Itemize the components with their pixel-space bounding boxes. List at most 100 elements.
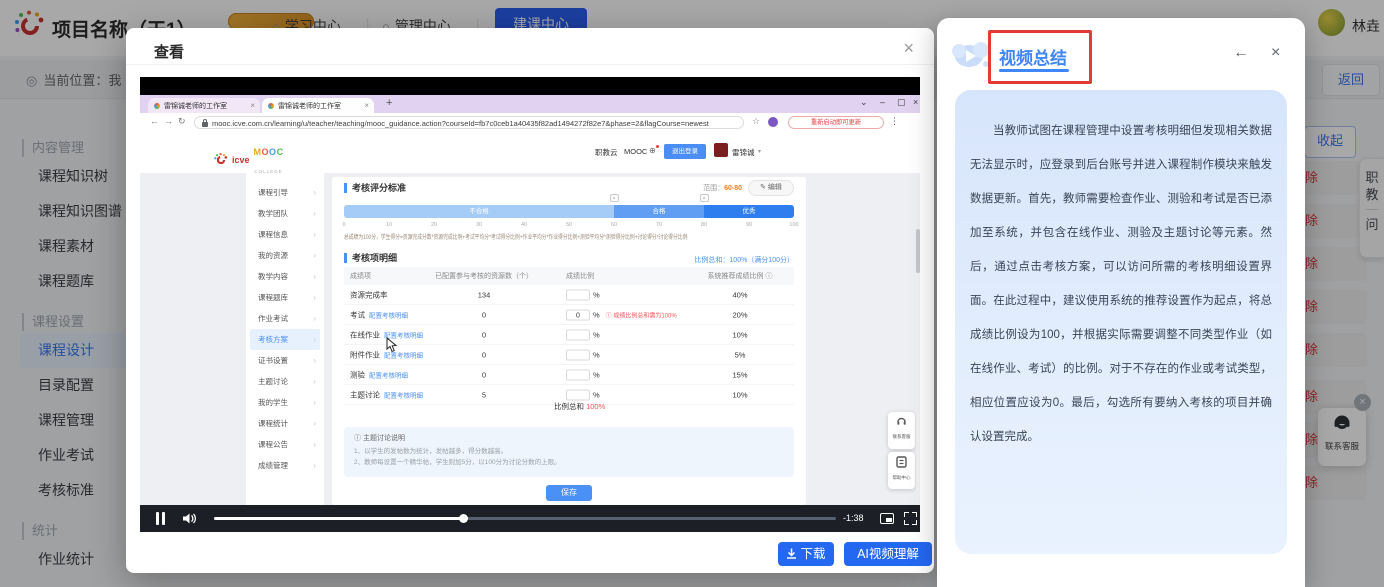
icve-wordmark: icve (232, 155, 250, 165)
config-detail-link[interactable]: 配置考核明细 (384, 352, 423, 359)
icve-mini-logo-icon (214, 153, 228, 167)
progress-track[interactable] (214, 517, 836, 520)
pause-icon[interactable] (156, 512, 159, 525)
video-site-nav-item: 课程统计› (250, 413, 320, 434)
cell-ratio: % (566, 369, 600, 380)
range-display: 范围：60-80 (703, 183, 742, 193)
progress-thumb[interactable] (459, 514, 468, 523)
scale-tick-label: 100 (789, 222, 798, 228)
float-help-label: 帮助中心 (889, 474, 913, 480)
scrollbar-thumb (916, 229, 920, 273)
video-player[interactable]: + ⌄ – ▢ × 雷锦诚老师的工作室×雷锦诚老师的工作室× ← → ↻ (140, 77, 920, 532)
pause-icon[interactable] (162, 512, 165, 525)
padlock-icon (202, 119, 208, 127)
headset-icon (896, 416, 907, 427)
summary-text: 当教师试图在课程管理中设置考核明细但发现相关数据无法显示时，应登录到后台账号并进… (970, 114, 1272, 454)
tab-close-icon[interactable]: × (364, 101, 369, 110)
chevron-right-icon: › (313, 455, 316, 476)
cell-resource-count: 5 (424, 390, 544, 399)
divider (126, 64, 934, 65)
summary-card: 当教师试图在课程管理中设置考核明细但发现相关数据无法显示时，应登录到后台账号并进… (955, 90, 1287, 554)
notification-globe-icon: ⊕ (649, 146, 656, 155)
app-root: 项目名称（干1） ⌂学习中心 | ○管理中心 | 建课中心 林垚 ◎当前位置：我… (0, 0, 1384, 587)
close-icon[interactable]: × (903, 38, 914, 59)
cell-recommend-ratio: 5% (692, 350, 788, 359)
table-row: 资源完成率134%40% (344, 285, 794, 305)
chevron-right-icon: › (313, 434, 316, 455)
cell-grade-item: 资源完成率 (350, 289, 388, 300)
ratio-input[interactable] (566, 389, 590, 400)
cell-resource-count: 0 (424, 310, 544, 319)
picture-in-picture-icon[interactable] (880, 513, 894, 524)
cell-grade-item: 测验配置考核明细 (350, 369, 408, 380)
site-nav-mooc: MOOC (624, 147, 647, 156)
site-user-name: 雷锦诚 (732, 147, 755, 158)
scale-tick-label: 20 (431, 222, 437, 228)
float-contact-label: 联系客服 (889, 433, 913, 439)
cell-resource-count: 0 (424, 350, 544, 359)
url-field: mooc.icve.com.cn/learning/u/teacher/teac… (194, 116, 744, 129)
time-remaining: -1:38 (843, 513, 864, 523)
download-icon (786, 548, 797, 559)
video-site-nav-item: 课程题库› (250, 287, 320, 308)
chevron-right-icon: › (313, 329, 316, 350)
browser-tab[interactable]: 雷锦诚老师的工作室× (262, 98, 374, 113)
ratio-input[interactable] (566, 369, 590, 380)
config-detail-link[interactable]: 配置考核明细 (384, 392, 423, 399)
video-summary-icon (949, 36, 993, 74)
notice-line: 1、以学生的发帖数为统计，发帖越多，得分数越高。 (354, 446, 784, 457)
table-row: 测验配置考核明细0%15% (344, 365, 794, 385)
chevron-right-icon: › (313, 350, 316, 371)
ai-video-understanding-button[interactable]: AI视频理解 (844, 542, 932, 566)
fullscreen-icon[interactable] (904, 512, 917, 525)
edit-icon: ✎ (760, 184, 766, 191)
window-maximize-icon: ▢ (897, 97, 906, 108)
cell-ratio: % (566, 329, 600, 340)
cell-ratio: % (566, 289, 600, 300)
grade-segment: 优秀 (704, 205, 794, 218)
ratio-input[interactable] (566, 289, 590, 300)
browser-update-button: 重新启动即可更新 (788, 116, 884, 129)
volume-icon[interactable] (182, 512, 196, 525)
browser-menu-icon: ⌄ (860, 97, 868, 108)
grade-segment: 合格 (614, 205, 704, 218)
progress-fill (214, 517, 463, 520)
download-button[interactable]: 下载 (778, 542, 834, 566)
scale-tick-label: 10 (386, 222, 392, 228)
cell-recommend-ratio: 20% (692, 310, 788, 319)
video-site-nav-item: 主题讨论› (250, 371, 320, 392)
ratio-input[interactable] (566, 329, 590, 340)
assessment-section-title: 考核评分标准 (344, 183, 406, 193)
browser-tab[interactable]: 雷锦诚老师的工作室× (148, 98, 260, 113)
ratio-sum-value: 100% (586, 402, 605, 411)
score-formula: 总成绩为100分，学生得分=资源完成分数*资源完成比例+考试平均分*考试得分比例… (344, 232, 792, 241)
browser-forward-icon: → (164, 116, 173, 126)
browser-url-bar: ← → ↻ mooc.icve.com.cn/learning/u/teache… (140, 113, 920, 132)
video-site-nav-item: 教学内容› (250, 266, 320, 287)
view-modal: 查看 × + ⌄ – ▢ × 雷锦诚老师的工作室×雷锦诚老师的工作室× ← → … (126, 28, 934, 573)
config-detail-link[interactable]: 配置考核明细 (369, 312, 408, 319)
ratio-input[interactable] (566, 349, 590, 360)
save-button: 保存 (546, 485, 592, 501)
notice-title: ⓘ 主题讨论说明 (354, 433, 784, 443)
new-tab-icon: + (386, 97, 392, 109)
cell-resource-count: 0 (424, 330, 544, 339)
cell-grade-item: 考试配置考核明细 (350, 309, 408, 320)
scale-tick-label: 0 (342, 222, 345, 228)
video-site-nav-item: 证书设置› (250, 350, 320, 371)
chevron-right-icon: › (313, 413, 316, 434)
table-header-cell: 系统推荐成绩比例 ⓘ (692, 271, 788, 281)
ratio-input[interactable]: 0 (566, 309, 590, 320)
video-summary-panel: 视频总结 ← × 当教师试图在课程管理中设置考核明细但发现相关数据无法显示时，应… (937, 18, 1305, 587)
cell-ratio: % (566, 349, 600, 360)
scale-tick-label: 80 (701, 222, 707, 228)
info-icon: ⓘ (354, 435, 361, 442)
video-site-nav-item: 课程公告› (250, 434, 320, 455)
back-arrow-icon[interactable]: ← (1233, 44, 1249, 62)
chevron-right-icon: › (313, 182, 316, 203)
mooc-wordmark: MOOC (254, 147, 284, 157)
config-detail-link[interactable]: 配置考核明细 (369, 372, 408, 379)
close-icon[interactable]: × (1271, 44, 1280, 62)
tab-close-icon[interactable]: × (250, 101, 255, 110)
video-site-nav-item: 教学团队› (250, 203, 320, 224)
